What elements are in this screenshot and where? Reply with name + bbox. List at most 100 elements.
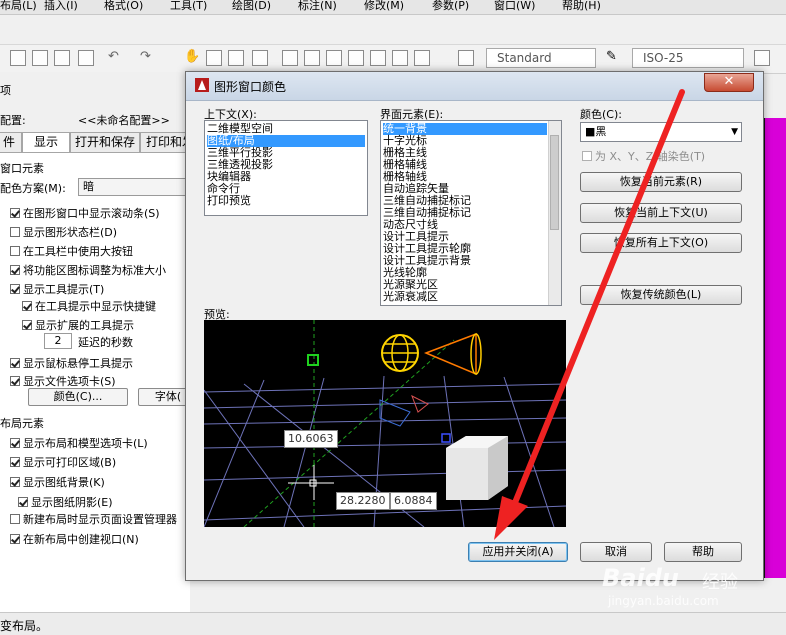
tab-display[interactable]: 显示 [22,132,70,152]
checkbox-checked-icon [10,438,20,448]
check-paper-shadow[interactable]: 显示图纸阴影(E) [18,494,113,510]
status-text: 变布局。 [0,619,49,633]
check-ribbon-icons[interactable]: 将功能区图标调整为标准大小 [10,262,166,278]
zoom-previous-icon[interactable] [252,50,268,66]
sheet-set-icon[interactable] [348,50,364,66]
window-elements-heading: 窗口元素 [0,162,44,175]
element-list: 统一背景 十字光标 栅格主线 栅格辅线 栅格轴线 自动追踪矢量 三维自动捕捉标记… [380,120,562,306]
coord-readout-distance: 10.6063 [284,430,338,448]
apply-close-button[interactable]: 应用并关闭(A) [468,542,568,562]
menu-window[interactable]: 窗口(W) [494,0,535,13]
element-list-scrollbar[interactable] [548,121,561,305]
menu-layout[interactable]: 布局(L) [0,0,37,13]
menu-draw[interactable]: 绘图(D) [232,0,271,13]
help-icon[interactable] [414,50,430,66]
scrollbar-thumb[interactable] [550,135,559,230]
check-file-tabs[interactable]: 显示文件选项卡(S) [10,373,116,389]
match-properties-icon[interactable] [54,50,70,66]
restore-element-button[interactable]: 恢复当前元素(R) [580,172,742,192]
check-tooltips[interactable]: 显示工具提示(T) [10,281,104,297]
block-editor-icon[interactable] [78,50,94,66]
watermark-url: jingyan.baidu.com [608,594,719,608]
element-item[interactable]: 光源衰减区 [383,291,438,303]
coord-readout-x: 28.2280 [336,492,390,510]
checkbox-checked-icon [10,358,20,368]
restore-all-contexts-button[interactable]: 恢复所有上下文(O) [580,233,742,253]
color-label: 颜色(C): [580,108,622,121]
tab-plot-publish[interactable]: 打印和发 [140,132,190,152]
check-page-setup-manager[interactable]: 新建布局时显示页面设置管理器 [10,511,177,527]
check-printable-area[interactable]: 显示可打印区域(B) [10,454,116,470]
redo-icon[interactable]: ↷ [140,50,156,66]
check-create-viewport[interactable]: 在新布局中创建视口(N) [10,531,139,547]
check-shortcut-tooltips[interactable]: 在工具提示中显示快捷键 [22,298,156,314]
tab-files[interactable]: 件 [0,132,22,152]
properties-icon[interactable] [282,50,298,66]
scheme-select[interactable]: 暗 [78,178,190,196]
table-style-icon [754,50,770,66]
standard-toolbar: ↶ ↷ ✋ Standard ✎ ISO-25 [0,44,786,74]
check-extended-tooltips[interactable]: 显示扩展的工具提示 [22,317,134,333]
checkbox-empty-icon [10,514,20,524]
checkbox-checked-icon [10,457,20,467]
zoom-window-icon[interactable] [228,50,244,66]
menu-insert[interactable]: 插入(I) [44,0,78,13]
dialog-titlebar: 图形窗口颜色 ✕ [186,72,763,101]
color-select-value: ■黑 [585,125,607,138]
delay-input[interactable]: 2 [44,333,72,349]
undo-icon[interactable]: ↶ [108,50,124,66]
check-large-buttons[interactable]: 在工具栏中使用大按钮 [10,243,133,259]
dialog-title: 图形窗口颜色 [214,80,287,94]
options-title: 项 [0,84,11,97]
cancel-button[interactable]: 取消 [580,542,652,562]
baidu-watermark: Baidu 经验 jingyan.baidu.com [598,562,786,610]
menu-modify[interactable]: 修改(M) [364,0,404,13]
scheme-label: 配色方案(M): [0,182,66,195]
copy-icon[interactable] [10,50,26,66]
tab-open-save[interactable]: 打开和保存 [70,132,140,152]
check-scrollbars[interactable]: 在图形窗口中显示滚动条(S) [10,205,160,221]
check-status-bar[interactable]: 显示图形状态栏(D) [10,224,117,240]
close-icon[interactable]: ✕ [704,73,754,92]
checkbox-checked-icon [10,265,20,275]
checkbox-checked-icon [10,208,20,218]
menu-dimension[interactable]: 标注(N) [298,0,337,13]
help-button[interactable]: 帮助 [664,542,742,562]
calculator-icon[interactable] [392,50,408,66]
menu-bar: 布局(L) 插入(I) 格式(O) 工具(T) 绘图(D) 标注(N) 修改(M… [0,0,786,15]
restore-classic-colors-button[interactable]: 恢复传统颜色(L) [580,285,742,305]
menu-format[interactable]: 格式(O) [104,0,143,13]
checkbox-checked-icon [10,477,20,487]
design-center-icon[interactable] [304,50,320,66]
color-select[interactable]: ■黑 ▼ [580,122,742,142]
context-item[interactable]: 打印预览 [207,195,365,207]
colors-button[interactable]: 颜色(C)... [28,388,128,406]
chevron-down-icon: ▼ [731,127,738,137]
tool-palettes-icon[interactable] [326,50,342,66]
pan-icon[interactable]: ✋ [184,50,200,66]
menu-tools[interactable]: 工具(T) [170,0,207,13]
text-style-select[interactable]: Standard [486,48,596,68]
context-list: 二维模型空间 图纸/布局 三维平行投影 三维透视投影 块编辑器 命令行 打印预览 [204,120,368,216]
checkbox-empty-icon [10,246,20,256]
check-tint-axes[interactable]: 为 X、Y、Z 轴染色(T) [582,148,705,164]
checkbox-checked-icon [10,376,20,386]
status-bar: 变布局。 [0,612,786,635]
menu-help[interactable]: 帮助(H) [562,0,601,13]
check-rollover-tooltips[interactable]: 显示鼠标悬停工具提示 [10,355,133,371]
zoom-realtime-icon[interactable] [206,50,222,66]
fonts-button[interactable]: 字体( [138,388,190,406]
restore-context-button[interactable]: 恢复当前上下文(U) [580,203,742,223]
paste-icon[interactable] [32,50,48,66]
markup-icon[interactable] [370,50,386,66]
checkbox-checked-icon [22,301,32,311]
checkbox-disabled-icon [582,151,592,161]
check-paper-background[interactable]: 显示图纸背景(K) [10,474,105,490]
watermark-brand: Baidu [602,564,679,592]
menu-params[interactable]: 参数(P) [432,0,469,13]
watermark-cn: 经验 [702,572,738,593]
dim-style-select[interactable]: ISO-25 [632,48,744,68]
check-layout-tabs[interactable]: 显示布局和模型选项卡(L) [10,435,148,451]
checkbox-checked-icon [22,320,32,330]
layout-elements-heading: 布局元素 [0,417,44,430]
